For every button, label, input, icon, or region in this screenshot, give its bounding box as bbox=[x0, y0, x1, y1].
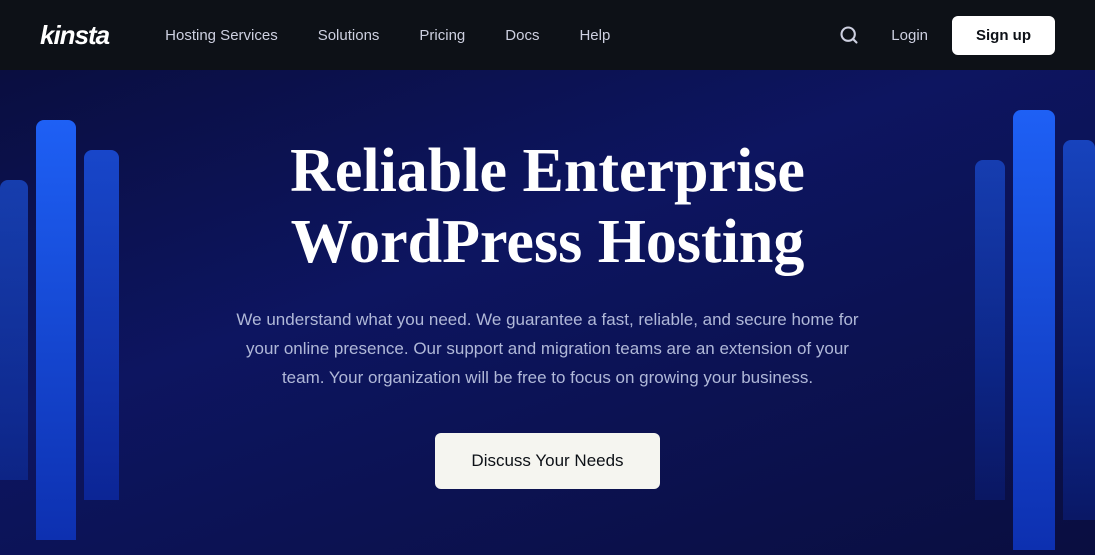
cta-button[interactable]: Discuss Your Needs bbox=[435, 433, 659, 489]
nav-docs[interactable]: Docs bbox=[489, 19, 555, 52]
navbar: kinsta Hosting Services Solutions Pricin… bbox=[0, 0, 1095, 70]
main-nav: Hosting Services Solutions Pricing Docs … bbox=[149, 19, 831, 52]
nav-help[interactable]: Help bbox=[563, 19, 626, 52]
hero-title-line1: Reliable Enterprise bbox=[290, 137, 805, 205]
search-button[interactable] bbox=[831, 17, 867, 53]
logo-text: kinsta bbox=[40, 20, 109, 50]
hero-subtitle: We understand what you need. We guarante… bbox=[228, 306, 868, 393]
nav-solutions[interactable]: Solutions bbox=[302, 19, 396, 52]
nav-pricing[interactable]: Pricing bbox=[403, 19, 481, 52]
search-icon bbox=[839, 25, 859, 45]
login-button[interactable]: Login bbox=[879, 19, 940, 52]
right-col-1 bbox=[975, 160, 1005, 500]
left-col-3 bbox=[84, 150, 119, 500]
left-column-decoration bbox=[0, 70, 119, 555]
signup-button[interactable]: Sign up bbox=[952, 16, 1055, 55]
right-column-decoration bbox=[975, 70, 1095, 555]
left-col-1 bbox=[0, 180, 28, 480]
nav-hosting-services[interactable]: Hosting Services bbox=[149, 19, 294, 52]
hero-title-line2: WordPress Hosting bbox=[291, 208, 805, 276]
nav-actions: Login Sign up bbox=[831, 16, 1055, 55]
logo[interactable]: kinsta bbox=[40, 20, 109, 51]
hero-title: Reliable Enterprise WordPress Hosting bbox=[290, 136, 805, 279]
right-col-2 bbox=[1013, 110, 1055, 550]
left-col-2 bbox=[36, 120, 76, 540]
right-col-3 bbox=[1063, 140, 1095, 520]
hero-section: Reliable Enterprise WordPress Hosting We… bbox=[0, 70, 1095, 555]
